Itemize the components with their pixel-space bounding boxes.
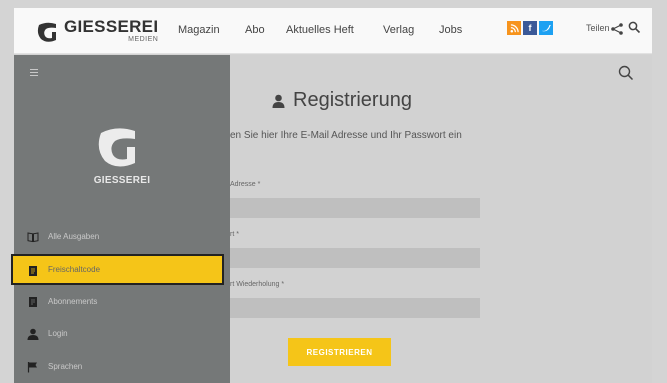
side-menu: GIESSEREI Alle Ausgaben Freischaltcode A… (11, 55, 230, 383)
user-icon (27, 327, 39, 340)
sidebar-item-login[interactable]: Login (14, 318, 230, 348)
password-field[interactable] (230, 248, 480, 268)
search-icon[interactable] (618, 65, 634, 86)
sidebar-item-label: Alle Ausgaben (48, 231, 100, 241)
subscription-icon (27, 295, 39, 307)
book-icon (27, 230, 39, 243)
share-icon[interactable] (610, 22, 624, 40)
password-repeat-field[interactable] (230, 298, 480, 318)
giesserei-logo[interactable]: GIESSEREI MEDIEN (36, 18, 158, 43)
register-button[interactable]: REGISTRIEREN (288, 338, 391, 366)
social-links: f (507, 21, 553, 35)
sidebar-item-sprachen[interactable]: Sprachen (14, 351, 230, 381)
nav-item-abo[interactable]: Abo (245, 24, 265, 36)
sidebar-item-label: Abonnements (48, 296, 98, 306)
sidebar-item-label: Freischaltcode (48, 265, 101, 274)
sidebar-item-label: Sprachen (48, 361, 83, 371)
share-label[interactable]: Teilen (586, 23, 610, 33)
page-title: Registrierung (293, 89, 412, 111)
password-label: rt * (230, 231, 239, 238)
logo-subtext: MEDIEN (128, 36, 159, 43)
nav-item-verlag[interactable]: Verlag (383, 24, 414, 36)
password-repeat-label: rt Wiederholung * (230, 281, 285, 288)
flag-icon (27, 360, 39, 373)
sidebar-brand: GIESSEREI (93, 175, 151, 186)
nav-item-aktuelles-heft[interactable]: Aktuelles Heft (286, 24, 354, 36)
code-document-icon (27, 264, 39, 276)
twitter-icon[interactable] (539, 21, 553, 35)
giesserei-logo-icon (36, 20, 58, 42)
logo-text: GIESSEREI (64, 17, 159, 36)
nav-item-magazin[interactable]: Magazin (178, 24, 220, 36)
top-navigation-bar: GIESSEREI MEDIEN Magazin Abo Aktuelles H… (14, 8, 652, 54)
page-title-row: Registrierung (272, 89, 412, 112)
giesserei-logo-icon (94, 123, 140, 172)
email-field[interactable] (230, 198, 480, 218)
facebook-icon[interactable]: f (523, 21, 537, 35)
search-icon[interactable] (628, 21, 641, 39)
rss-icon[interactable] (507, 21, 521, 35)
sidebar-item-abonnements[interactable]: Abonnements (14, 286, 230, 316)
nav-item-jobs[interactable]: Jobs (439, 24, 462, 36)
user-icon (272, 94, 285, 108)
sidebar-item-freischaltcode[interactable]: Freischaltcode (11, 254, 224, 285)
hamburger-menu-icon[interactable] (30, 69, 38, 78)
sidebar-item-label: Login (48, 328, 68, 338)
email-label: Adresse * (230, 181, 261, 188)
registration-instructions: en Sie hier Ihre E-Mail Adresse und Ihr … (230, 130, 462, 141)
sidebar-item-alle-ausgaben[interactable]: Alle Ausgaben (14, 221, 230, 251)
